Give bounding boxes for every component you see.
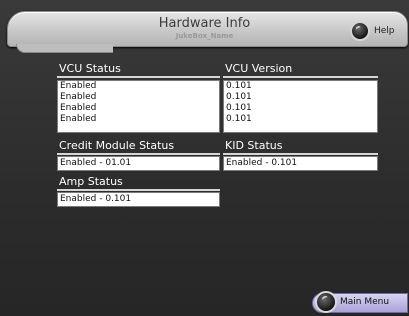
help-label: Help [374, 26, 395, 36]
vcu-version-label: VCU Version [225, 62, 293, 75]
credit-module-rule [57, 153, 220, 155]
vcu-version-line: 0.101 [226, 114, 252, 124]
vcu-status-line: Enabled [60, 103, 97, 113]
amp-status-value: Enabled - 0.101 [60, 194, 132, 204]
vcu-version-line: 0.101 [226, 103, 252, 113]
amp-status-rule [57, 189, 220, 191]
kid-status-field: Enabled - 0.101 [223, 156, 378, 171]
vcu-version-line: 0.101 [226, 92, 252, 102]
vcu-version-rule [223, 76, 378, 78]
jukebox-name: JukeBox_Name [175, 32, 234, 40]
vcu-version-box: 0.101 0.101 0.101 0.101 [223, 80, 378, 133]
vcu-status-box: Enabled Enabled Enabled Enabled [57, 80, 220, 133]
amp-status-label: Amp Status [59, 175, 123, 188]
header-tab [16, 44, 113, 53]
help-knob-icon [350, 21, 370, 41]
amp-status-field: Enabled - 0.101 [57, 192, 220, 207]
vcu-status-label: VCU Status [59, 62, 121, 75]
help-button[interactable]: Help [350, 20, 402, 42]
kid-status-value: Enabled - 0.101 [226, 158, 298, 168]
vcu-status-line: Enabled [60, 114, 97, 124]
main-menu-knob-icon[interactable] [315, 291, 337, 313]
credit-module-value: Enabled - 01.01 [60, 158, 132, 168]
kid-status-label: KID Status [225, 139, 283, 152]
vcu-status-rule [57, 76, 220, 78]
hardware-info-screen: Hardware Info JukeBox_Name Help VCU Stat… [0, 0, 409, 316]
credit-module-label: Credit Module Status [59, 139, 175, 152]
vcu-status-line: Enabled [60, 92, 97, 102]
page-title: Hardware Info [158, 16, 251, 31]
vcu-status-line: Enabled [60, 81, 97, 91]
vcu-version-line: 0.101 [226, 81, 252, 91]
kid-status-rule [223, 153, 378, 155]
main-menu-label[interactable]: Main Menu [340, 297, 389, 307]
credit-module-field: Enabled - 01.01 [57, 156, 220, 171]
